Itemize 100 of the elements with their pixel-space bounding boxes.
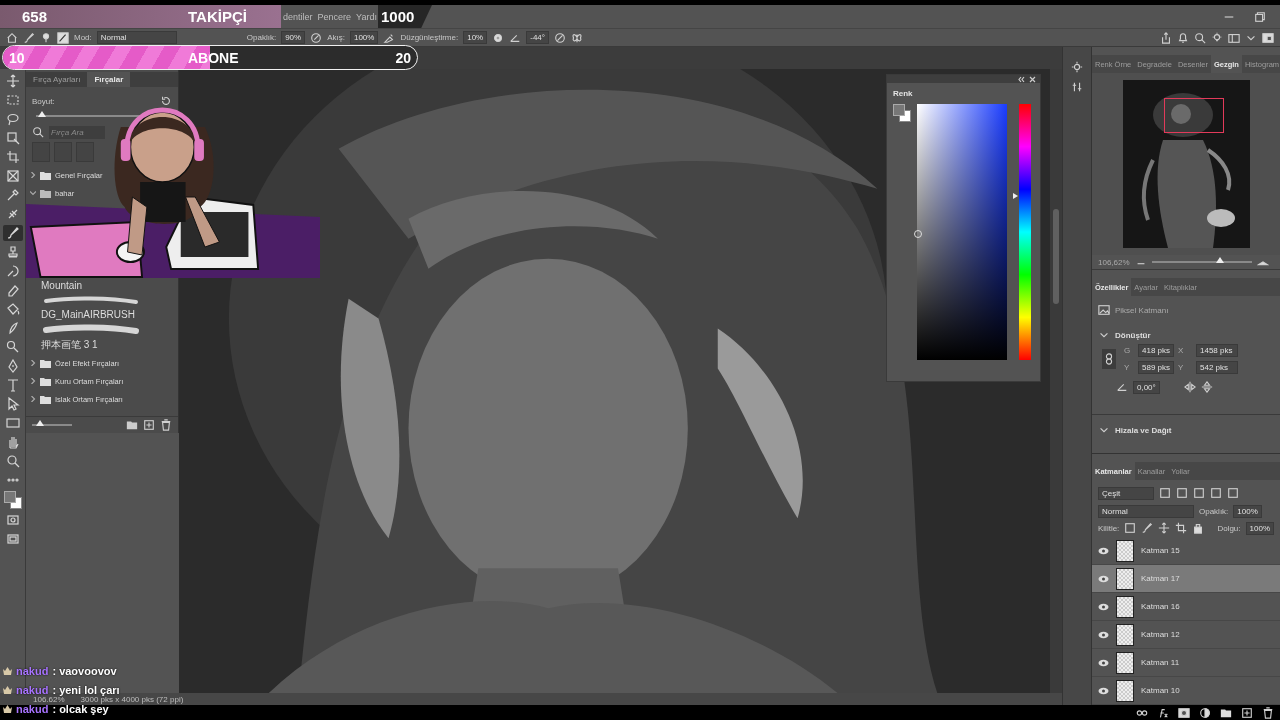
restore-icon[interactable]	[1254, 10, 1266, 23]
fill-field[interactable]: 100%	[1245, 521, 1274, 535]
chevron-right-icon[interactable]	[30, 172, 36, 178]
brush-icon[interactable]	[23, 31, 35, 44]
adjustment-filter-icon[interactable]	[1176, 487, 1188, 499]
new-brush-icon[interactable]	[143, 419, 155, 431]
settings-icon[interactable]	[492, 31, 505, 44]
view-area-frame[interactable]	[1163, 98, 1224, 133]
new-layer-icon[interactable]	[1241, 707, 1253, 719]
opacity-field[interactable]: 100%	[1233, 504, 1262, 518]
eye-icon[interactable]	[1098, 574, 1109, 583]
smart-object-filter-icon[interactable]	[1227, 487, 1239, 499]
brush-name[interactable]: 押本画笔 3 1	[41, 338, 163, 352]
chevron-right-icon[interactable]	[30, 396, 36, 402]
trash-icon[interactable]	[160, 419, 172, 431]
mask-icon[interactable]	[1178, 707, 1190, 719]
panel-tab[interactable]: Fırça Ayarları	[26, 72, 88, 87]
smoothing-field[interactable]: 10%	[463, 31, 488, 44]
eye-icon[interactable]	[1098, 686, 1109, 695]
zoom-slider-thumb[interactable]	[1215, 257, 1224, 263]
eye-icon[interactable]	[1098, 658, 1109, 667]
flip-horizontal-icon[interactable]	[1183, 381, 1196, 393]
blend-mode-dropdown[interactable]: Normal	[1098, 504, 1194, 518]
layer-name[interactable]: Katman 15	[1141, 546, 1180, 555]
brush-name[interactable]: Mountain	[41, 280, 163, 291]
transform-field[interactable]: 418 pks	[1138, 344, 1174, 357]
butterfly-icon[interactable]	[571, 31, 583, 44]
opacity-field[interactable]: 90%	[281, 31, 306, 44]
layer-name[interactable]: Katman 10	[1141, 686, 1180, 695]
layer-row[interactable]: Katman 15	[1092, 537, 1280, 565]
layer-row[interactable]: Katman 12	[1092, 621, 1280, 649]
layer-row[interactable]: Katman 11	[1092, 649, 1280, 677]
chevron-right-icon[interactable]	[30, 378, 36, 384]
layer-name[interactable]: Katman 11	[1141, 658, 1180, 667]
layer-row[interactable]: Katman 10	[1092, 677, 1280, 705]
lock-brush-icon[interactable]	[1141, 522, 1154, 534]
layer-name[interactable]: Katman 17	[1141, 574, 1180, 583]
section-title[interactable]: Hizala ve Dağıt	[1115, 425, 1172, 435]
image-filter-icon[interactable]	[1159, 487, 1171, 499]
brush-name[interactable]: DG_MainAIRBRUSH	[41, 309, 163, 320]
hue-slider-thumb[interactable]	[1013, 193, 1018, 200]
layer-name[interactable]: Katman 16	[1141, 602, 1180, 611]
mode-dropdown[interactable]: Normal	[96, 31, 177, 44]
lock-artboard-icon[interactable]	[1175, 522, 1188, 534]
menu-item[interactable]: dentiler	[283, 11, 313, 22]
section-title[interactable]: Dönüştür	[1115, 330, 1151, 340]
brush-tip-icon[interactable]	[40, 31, 52, 44]
brush-icon[interactable]	[2, 225, 23, 241]
menu-item[interactable]: Yardı	[356, 11, 377, 22]
layer-row[interactable]: Katman 16	[1092, 593, 1280, 621]
transform-field[interactable]: 1458 pks	[1196, 344, 1238, 357]
scrollbar-thumb[interactable]	[1053, 209, 1059, 304]
search-field[interactable]: Fırça Ara	[49, 125, 105, 139]
adjust-icon[interactable]	[1071, 61, 1083, 73]
group-folder-icon[interactable]	[1220, 707, 1232, 719]
eye-icon[interactable]	[1098, 630, 1109, 639]
angle-field[interactable]: 0,00°	[1133, 380, 1160, 394]
flip-vertical-icon[interactable]	[1200, 381, 1213, 393]
chevron-right-icon[interactable]	[30, 360, 36, 366]
link-toggle[interactable]	[1102, 349, 1116, 369]
layer-name[interactable]: Katman 12	[1141, 630, 1180, 639]
size-slider-thumb[interactable]	[37, 111, 46, 117]
color-swatches-icon[interactable]	[893, 104, 911, 122]
layer-row[interactable]: Katman 17	[1092, 565, 1280, 593]
color-swatches-icon[interactable]	[3, 491, 22, 509]
close-icon[interactable]	[1029, 75, 1036, 83]
workspace-icon[interactable]	[1228, 31, 1240, 44]
flow-field[interactable]: 100%	[349, 31, 379, 44]
sliders-icon[interactable]	[1071, 81, 1083, 93]
search-icon[interactable]	[1194, 31, 1206, 44]
link-layers-icon[interactable]	[1136, 707, 1148, 719]
bell-icon[interactable]	[1177, 31, 1189, 44]
adjustment-layer-icon[interactable]	[1199, 707, 1211, 719]
menu-item[interactable]: Pencere	[317, 11, 352, 22]
eye-icon[interactable]	[1098, 546, 1109, 555]
shape-filter-icon[interactable]	[1210, 487, 1222, 499]
panels-icon[interactable]	[1262, 31, 1274, 44]
transform-field[interactable]: 542 pks	[1196, 361, 1238, 374]
airbrush-icon[interactable]	[383, 31, 396, 44]
angle-field[interactable]: -44°	[526, 31, 549, 44]
reset-icon[interactable]	[160, 95, 172, 107]
folder-icon[interactable]	[126, 419, 138, 431]
color-field[interactable]	[917, 104, 1007, 360]
lock-pixels-icon[interactable]	[1124, 522, 1137, 534]
preview-size-slider-thumb[interactable]	[36, 420, 44, 426]
type-filter-icon[interactable]	[1193, 487, 1205, 499]
layer-filter-dropdown[interactable]: Çeşit	[1098, 486, 1154, 500]
fx-icon[interactable]	[1157, 707, 1169, 719]
transform-field[interactable]: 589 pks	[1138, 361, 1174, 374]
pressure-size-icon[interactable]	[554, 31, 566, 44]
share-icon[interactable]	[1160, 31, 1172, 44]
panel-tab[interactable]: Fırçalar	[87, 72, 131, 87]
eye-icon[interactable]	[1098, 602, 1109, 611]
pressure-opacity-icon[interactable]	[310, 31, 323, 44]
trash-icon[interactable]	[1262, 707, 1274, 719]
chevron-down-icon[interactable]	[30, 190, 36, 196]
lock-position-icon[interactable]	[1158, 522, 1171, 534]
home-icon[interactable]	[6, 31, 18, 44]
brush-settings-icon[interactable]	[57, 31, 69, 44]
collapse-icon[interactable]	[1018, 75, 1025, 83]
